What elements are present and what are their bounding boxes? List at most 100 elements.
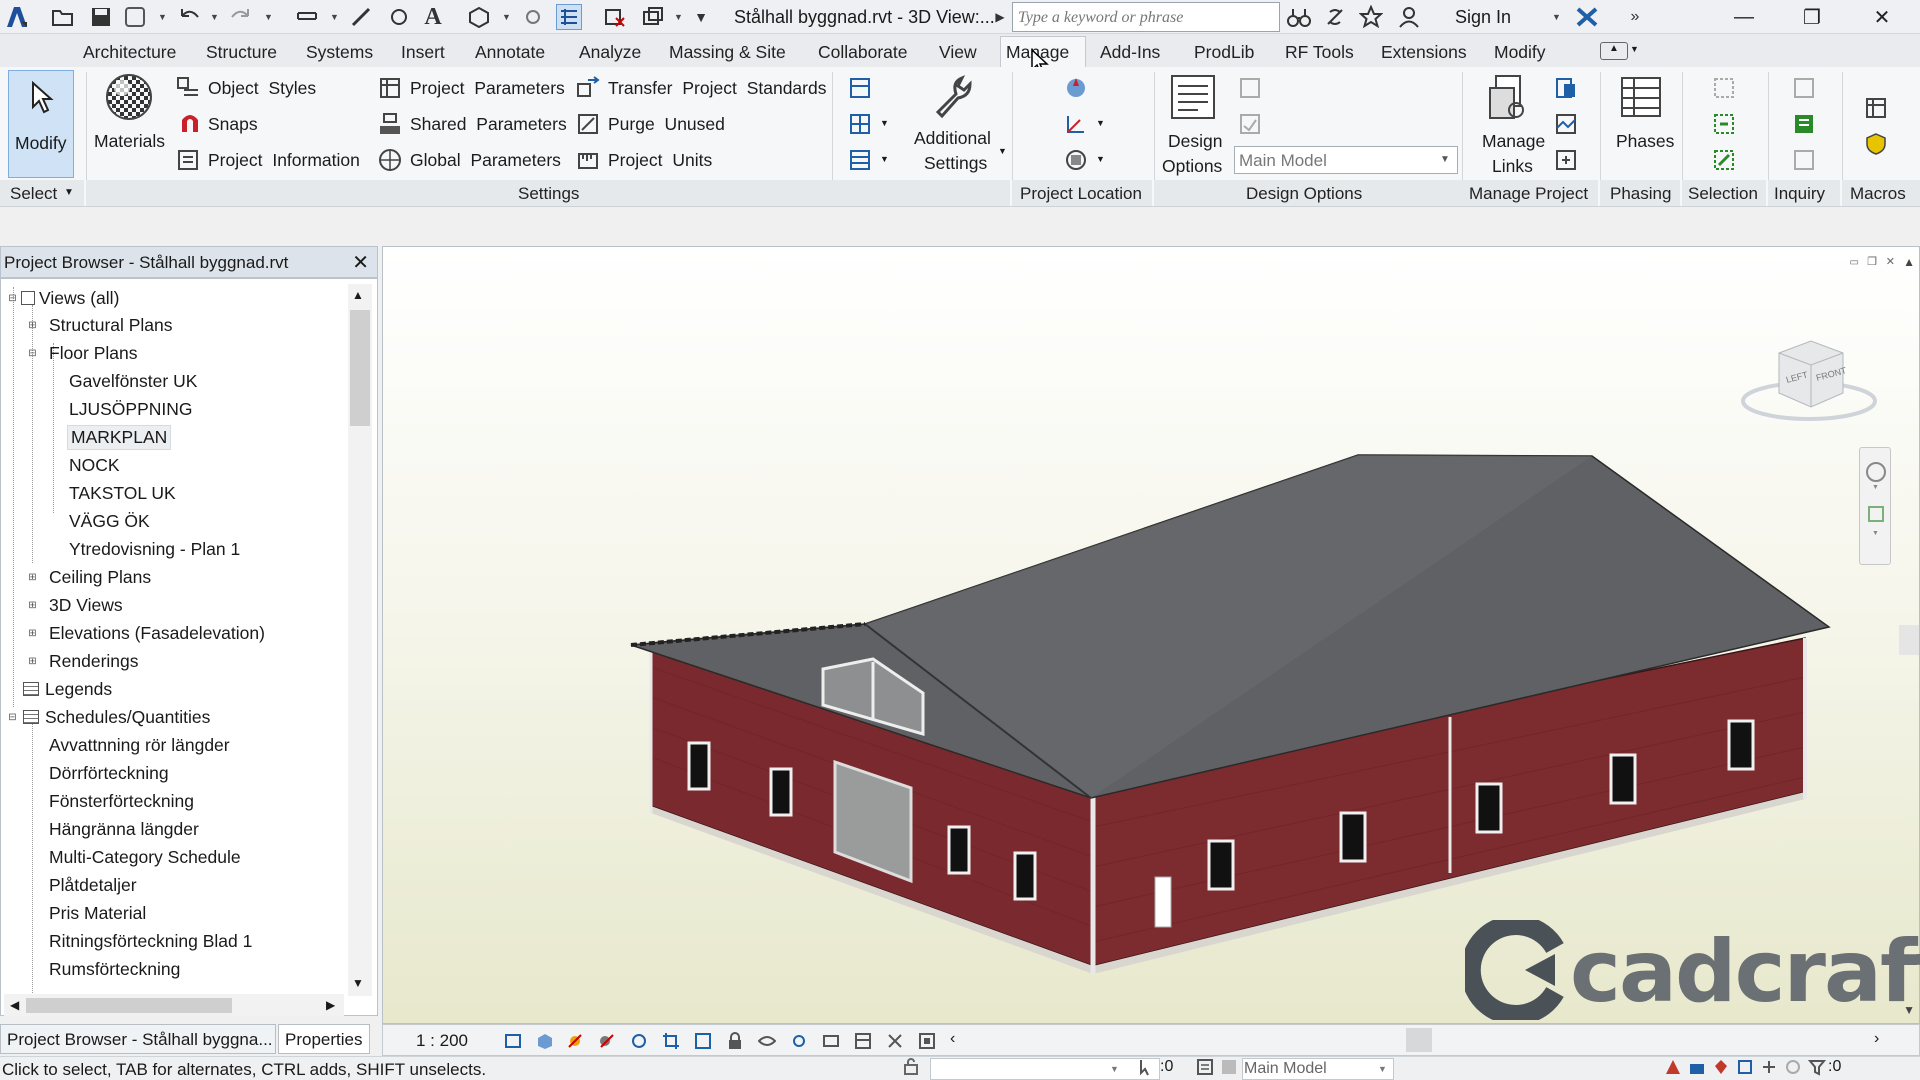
- modify-button[interactable]: Modify: [8, 70, 74, 178]
- section-icon[interactable]: [520, 4, 546, 30]
- subscription-icon[interactable]: [1322, 4, 1348, 30]
- tab-massing-site[interactable]: Massing & Site: [669, 42, 786, 63]
- show-analytical-model-icon[interactable]: [886, 1032, 904, 1050]
- tree-item-floor-plans[interactable]: Floor Plans: [49, 343, 138, 364]
- tab-project-browser[interactable]: Project Browser - Stålhall byggna...: [0, 1024, 276, 1054]
- tree-item-views-all[interactable]: Views (all): [21, 288, 119, 309]
- panel-schedule-templates-icon[interactable]: [848, 148, 872, 172]
- structural-settings-icon[interactable]: [848, 76, 872, 100]
- viewport-hscroll-thumb[interactable]: [1406, 1028, 1432, 1052]
- design-option-dropdown-icon[interactable]: ▼: [1440, 154, 1450, 165]
- minimize-icon[interactable]: —: [1714, 2, 1774, 32]
- switch-windows-icon[interactable]: [640, 4, 666, 30]
- tab-insert[interactable]: Insert: [401, 42, 445, 63]
- object-styles-button[interactable]: Object Styles: [208, 78, 316, 99]
- default-3d-view-icon[interactable]: [466, 4, 492, 30]
- favorites-star-icon[interactable]: [1358, 4, 1384, 30]
- macro-security-icon[interactable]: [1864, 132, 1888, 156]
- viewport-scroll-right-icon[interactable]: ›: [1874, 1030, 1879, 1048]
- panel-schedule-dropdown-icon[interactable]: ▼: [880, 154, 889, 164]
- coordinates-dropdown-icon[interactable]: ▼: [1096, 118, 1105, 128]
- tree-item-ljusoppning[interactable]: LJUSÖPPNING: [69, 399, 193, 420]
- select-links-icon[interactable]: [1664, 1058, 1682, 1076]
- exclude-options-icon[interactable]: [1220, 1058, 1238, 1076]
- shadows-icon[interactable]: [598, 1032, 616, 1050]
- tree-item-nock[interactable]: NOCK: [69, 455, 120, 476]
- snaps-button[interactable]: Snaps: [208, 114, 258, 135]
- location-globe-icon[interactable]: [1064, 76, 1088, 100]
- visual-style-icon[interactable]: [536, 1032, 554, 1050]
- edit-selection-icon[interactable]: [1712, 148, 1736, 172]
- additional-settings-dropdown-icon[interactable]: ▼: [998, 146, 1007, 156]
- tree-toggle-ceiling-plans[interactable]: ⊞: [27, 573, 38, 584]
- building-model[interactable]: [383, 247, 1920, 1024]
- tab-extensions[interactable]: Extensions: [1381, 42, 1467, 63]
- workset-dropdown-icon[interactable]: ▼: [1110, 1064, 1119, 1074]
- global-parameters-button[interactable]: Global Parameters: [410, 150, 561, 171]
- mep-settings-icon[interactable]: [848, 112, 872, 136]
- select-by-face-icon[interactable]: [1736, 1058, 1754, 1076]
- close-window-icon[interactable]: ✕: [1852, 2, 1912, 32]
- tab-annotate[interactable]: Annotate: [475, 42, 545, 63]
- tree-item-markplan[interactable]: MARKPLAN: [67, 425, 172, 450]
- phases-button[interactable]: Phases: [1616, 131, 1674, 152]
- save-icon[interactable]: [88, 4, 114, 30]
- tree-item-hangranna[interactable]: Hängränna längder: [49, 819, 199, 840]
- tab-modify[interactable]: Modify: [1494, 42, 1546, 63]
- starting-view-icon[interactable]: [1554, 148, 1578, 172]
- ribbon-minimize-icon[interactable]: ▲: [1600, 42, 1628, 60]
- undo-icon[interactable]: [176, 4, 202, 30]
- measure-icon[interactable]: [294, 4, 320, 30]
- lock-3d-view-icon[interactable]: [726, 1032, 744, 1050]
- tree-item-fonsterforteckning[interactable]: Fönsterförteckning: [49, 791, 194, 812]
- tree-item-vagg-ok[interactable]: VÄGG ÖK: [69, 511, 150, 532]
- tab-view[interactable]: View: [939, 42, 977, 63]
- tab-add-ins[interactable]: Add-Ins: [1100, 42, 1160, 63]
- drag-on-selection-icon[interactable]: [1760, 1058, 1778, 1076]
- shared-parameters-button[interactable]: Shared Parameters: [410, 114, 567, 135]
- expand-title-icon[interactable]: ▶: [990, 4, 1010, 30]
- transfer-project-standards-button[interactable]: Transfer Project Standards: [608, 78, 826, 99]
- tree-toggle-renderings[interactable]: ⊞: [27, 657, 38, 668]
- detail-level-icon[interactable]: [504, 1032, 522, 1050]
- position-dropdown-icon[interactable]: ▼: [1096, 154, 1105, 164]
- design-options-status-icon[interactable]: [1196, 1058, 1214, 1076]
- scroll-down-icon[interactable]: ▼: [352, 976, 364, 990]
- additional-settings-button[interactable]: Additional: [914, 128, 991, 149]
- pick-to-edit-icon[interactable]: [1238, 112, 1262, 136]
- purge-unused-button[interactable]: Purge Unused: [608, 114, 725, 135]
- tab-rf-tools[interactable]: RF Tools: [1285, 42, 1354, 63]
- project-parameters-button[interactable]: Project Parameters: [410, 78, 565, 99]
- position-icon[interactable]: [1064, 148, 1088, 172]
- tag-icon[interactable]: [386, 4, 412, 30]
- binoculars-icon[interactable]: [1286, 4, 1312, 30]
- tree-item-pris-material[interactable]: Pris Material: [49, 903, 146, 924]
- customize-toolbar-icon[interactable]: ▼: [688, 4, 714, 30]
- manage-links-icon[interactable]: [1486, 74, 1532, 120]
- tab-prodlib[interactable]: ProdLib: [1194, 42, 1254, 63]
- temporary-view-properties-icon[interactable]: [854, 1032, 872, 1050]
- more-icon[interactable]: »: [1622, 4, 1648, 30]
- exchange-apps-icon[interactable]: [1574, 4, 1600, 30]
- tree-toggle-views[interactable]: ⊟: [7, 294, 18, 305]
- tab-properties[interactable]: Properties: [278, 1024, 370, 1054]
- tree-item-legends[interactable]: Legends: [23, 679, 112, 700]
- tree-item-multi-category[interactable]: Multi-Category Schedule: [49, 847, 241, 868]
- save-selection-icon[interactable]: [1712, 76, 1736, 100]
- highlight-displacement-icon[interactable]: [918, 1032, 936, 1050]
- restore-icon[interactable]: ❐: [1782, 2, 1842, 32]
- select-underlay-icon[interactable]: [1688, 1058, 1706, 1076]
- select-pinned-icon[interactable]: [1712, 1058, 1730, 1076]
- editable-only-icon[interactable]: [902, 1058, 920, 1076]
- warnings-icon[interactable]: [1792, 148, 1816, 172]
- sun-path-icon[interactable]: [566, 1032, 584, 1050]
- mep-settings-dropdown-icon[interactable]: ▼: [880, 118, 889, 128]
- close-browser-icon[interactable]: ✕: [352, 250, 369, 275]
- worksharing-display-icon[interactable]: [822, 1032, 840, 1050]
- scroll-right-icon[interactable]: ▶: [326, 998, 335, 1012]
- temporary-hide-icon[interactable]: [758, 1032, 776, 1050]
- panel-select[interactable]: Select: [10, 184, 57, 204]
- rendering-dialog-icon[interactable]: [630, 1032, 648, 1050]
- tab-structure[interactable]: Structure: [206, 42, 277, 63]
- background-processes-icon[interactable]: [1784, 1058, 1802, 1076]
